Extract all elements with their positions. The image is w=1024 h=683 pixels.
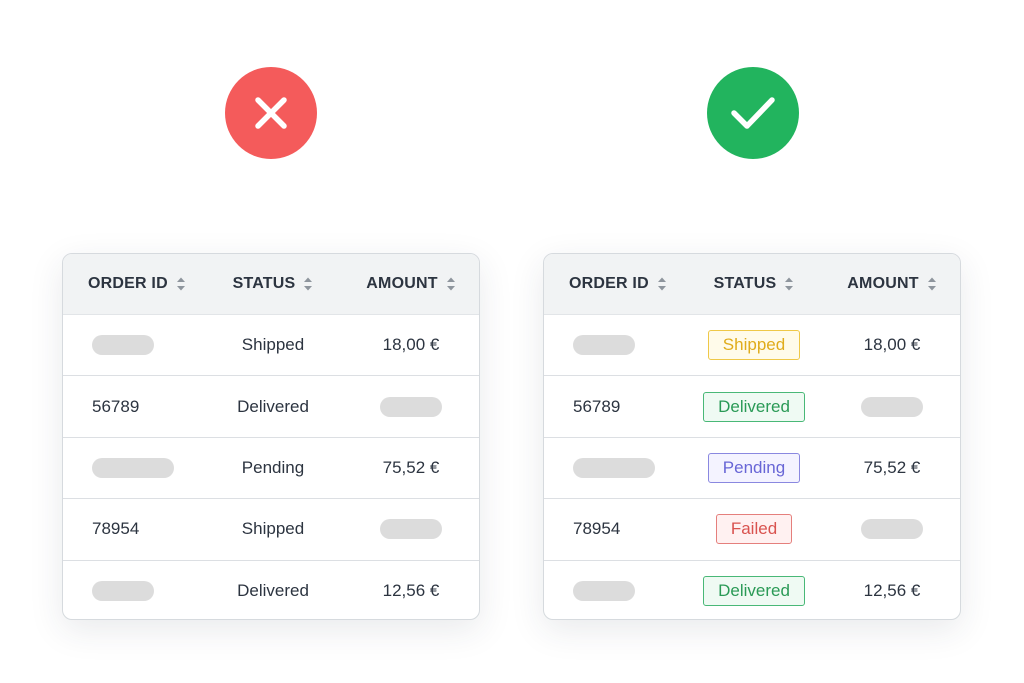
- column-header-status[interactable]: STATUS: [684, 275, 824, 293]
- loading-placeholder: [92, 581, 154, 602]
- status-cell: Delivered: [203, 397, 343, 417]
- column-header-order-id[interactable]: ORDER ID: [63, 275, 203, 293]
- good-example-indicator: [707, 67, 799, 159]
- status-badge: Delivered: [703, 576, 805, 607]
- order-id-cell: [544, 581, 684, 602]
- order-id-cell: 78954: [544, 519, 684, 539]
- status-cell: Failed: [684, 514, 824, 545]
- status-cell: Delivered: [684, 576, 824, 607]
- orders-table-with-badges: ORDER ID STATUS AMOUNT Shipped 18,00 € 567…: [543, 253, 961, 620]
- loading-placeholder: [380, 396, 442, 417]
- order-id-text: 78954: [92, 519, 140, 539]
- status-cell: Pending: [684, 452, 824, 483]
- order-id-cell: 78954: [63, 519, 203, 539]
- loading-placeholder: [573, 457, 655, 478]
- table-row: 56789 Delivered: [63, 376, 479, 438]
- order-id-cell: [544, 457, 684, 478]
- amount-text: 18,00 €: [863, 335, 921, 355]
- table-header: ORDER ID STATUS AMOUNT: [63, 254, 479, 315]
- order-id-text: 56789: [92, 396, 140, 416]
- sort-icon[interactable]: [927, 276, 937, 292]
- order-id-cell: [63, 335, 203, 356]
- status-badge: Pending: [707, 452, 801, 483]
- status-badge: Delivered: [703, 391, 805, 422]
- table-row: Delivered 12,56 €: [63, 561, 479, 619]
- table-row: Pending 75,52 €: [544, 438, 960, 500]
- sort-icon[interactable]: [176, 276, 186, 292]
- status-cell: Shipped: [684, 330, 824, 361]
- order-id-cell: 56789: [544, 397, 684, 417]
- table-row: 56789 Delivered: [544, 376, 960, 438]
- sort-icon[interactable]: [303, 276, 313, 292]
- table-row: Shipped 18,00 €: [544, 315, 960, 377]
- check-icon: [731, 97, 775, 129]
- amount-text: 75,52 €: [863, 457, 921, 477]
- sort-icon[interactable]: [657, 276, 667, 292]
- status-text: Shipped: [241, 519, 305, 539]
- amount-text: 18,00 €: [382, 335, 440, 355]
- column-header-amount[interactable]: AMOUNT: [343, 275, 479, 293]
- amount-cell: 12,56 €: [343, 581, 479, 601]
- status-cell: Pending: [203, 458, 343, 478]
- table-row: Pending 75,52 €: [63, 438, 479, 500]
- loading-placeholder: [92, 335, 154, 356]
- order-id-text: 78954: [573, 519, 621, 539]
- amount-cell: [824, 396, 960, 417]
- order-id-cell: [63, 457, 203, 478]
- sort-icon[interactable]: [784, 276, 794, 292]
- amount-cell: 12,56 €: [824, 581, 960, 601]
- amount-cell: 18,00 €: [343, 335, 479, 355]
- table-body: Shipped 18,00 € 56789 Delivered Pending 75,52…: [544, 315, 960, 619]
- amount-text: 75,52 €: [382, 457, 440, 477]
- order-id-cell: [544, 335, 684, 356]
- amount-cell: 75,52 €: [343, 458, 479, 478]
- status-badge: Failed: [715, 514, 793, 545]
- sort-icon[interactable]: [446, 276, 456, 292]
- amount-text: 12,56 €: [382, 581, 440, 601]
- column-header-order-id[interactable]: ORDER ID: [544, 275, 684, 293]
- table-row: Delivered 12,56 €: [544, 561, 960, 619]
- amount-cell: 18,00 €: [824, 335, 960, 355]
- table-row: Shipped 18,00 €: [63, 315, 479, 377]
- orders-table-plain: ORDER ID STATUS AMOUNT Shipped 18,00 € 567…: [62, 253, 480, 620]
- table-body: Shipped 18,00 € 56789 Delivered Pending 75,52…: [63, 315, 479, 619]
- order-id-text: 56789: [573, 396, 621, 416]
- loading-placeholder: [92, 457, 174, 478]
- close-icon: [255, 97, 287, 129]
- status-cell: Delivered: [684, 391, 824, 422]
- column-header-status[interactable]: STATUS: [203, 275, 343, 293]
- status-cell: Shipped: [203, 519, 343, 539]
- status-cell: Delivered: [203, 581, 343, 601]
- table-header: ORDER ID STATUS AMOUNT: [544, 254, 960, 315]
- bad-example-indicator: [225, 67, 317, 159]
- order-id-cell: [63, 581, 203, 602]
- loading-placeholder: [861, 396, 923, 417]
- status-text: Pending: [241, 457, 305, 477]
- table-row: 78954 Shipped: [63, 499, 479, 561]
- status-text: Delivered: [237, 581, 309, 601]
- column-header-amount[interactable]: AMOUNT: [824, 275, 960, 293]
- loading-placeholder: [861, 519, 923, 540]
- status-cell: Shipped: [203, 335, 343, 355]
- amount-cell: [824, 519, 960, 540]
- status-text: Delivered: [237, 396, 309, 416]
- loading-placeholder: [573, 581, 635, 602]
- status-badge: Shipped: [707, 330, 801, 361]
- amount-cell: [343, 396, 479, 417]
- table-row: 78954 Failed: [544, 499, 960, 561]
- amount-text: 12,56 €: [863, 581, 921, 601]
- amount-cell: [343, 519, 479, 540]
- amount-cell: 75,52 €: [824, 458, 960, 478]
- loading-placeholder: [573, 335, 635, 356]
- loading-placeholder: [380, 519, 442, 540]
- order-id-cell: 56789: [63, 397, 203, 417]
- status-text: Shipped: [241, 335, 305, 355]
